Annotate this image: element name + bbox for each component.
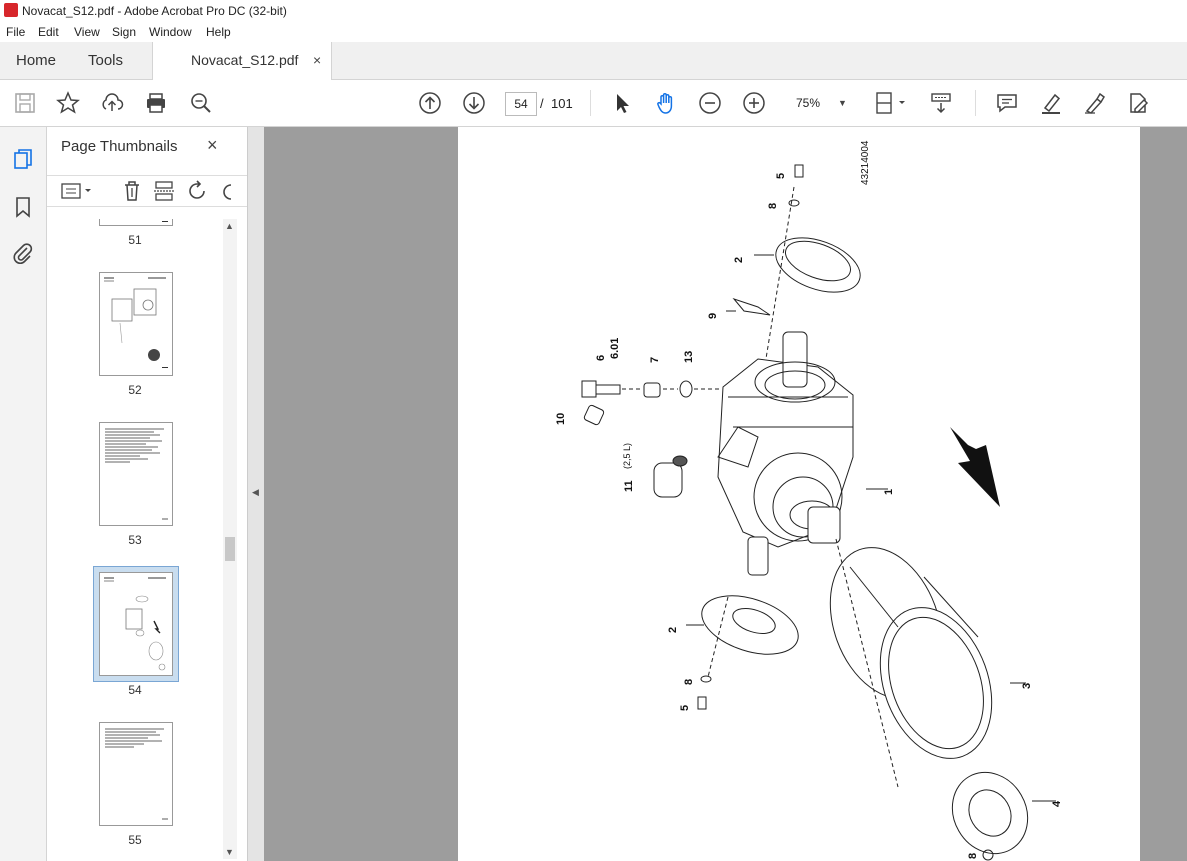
page-thumbnails-panel: Page Thumbnails × 51 52 53 54 55 ▲ ▼: [47, 127, 247, 861]
zoom-in-icon[interactable]: [742, 91, 766, 115]
tab-document[interactable]: Novacat_S12.pdf ×: [152, 42, 332, 80]
edit-pdf-icon[interactable]: [1126, 91, 1150, 115]
thumbnail-page-52[interactable]: [99, 272, 173, 376]
toolbar-divider: [975, 90, 976, 116]
save-icon[interactable]: [13, 91, 37, 115]
part-label: 6.01: [609, 338, 621, 359]
thumbnail-page-51[interactable]: [99, 219, 173, 226]
exploded-parts-diagram: 43214004 5 8 2 9 6 6.01 7 13 10 11 (2,5 …: [555, 140, 1063, 861]
part-label: 8: [683, 679, 695, 685]
menu-edit[interactable]: Edit: [38, 25, 59, 39]
search-zoom-icon[interactable]: [189, 91, 213, 115]
hand-icon[interactable]: [654, 91, 678, 115]
highlight-icon[interactable]: [1039, 91, 1063, 115]
panel-splitter[interactable]: ◀: [247, 127, 264, 861]
part-label: 11: [623, 480, 635, 492]
attachment-icon[interactable]: [11, 241, 35, 265]
thumbnail-scrollbar[interactable]: ▲ ▼: [223, 219, 237, 859]
menu-bar: File Edit View Sign Window Help: [0, 22, 1187, 42]
menu-file[interactable]: File: [6, 25, 25, 39]
collapse-panel-icon[interactable]: ◀: [252, 487, 259, 498]
part-label: (2,5 L): [622, 443, 632, 469]
menu-window[interactable]: Window: [149, 25, 192, 39]
delete-icon[interactable]: [121, 180, 143, 202]
acrobat-app-icon: [4, 3, 18, 17]
title-bar: Novacat_S12.pdf - Adobe Acrobat Pro DC (…: [0, 0, 1187, 22]
thumbnail-label: 52: [128, 383, 142, 397]
part-label: 5: [679, 705, 691, 711]
zoom-level-dropdown[interactable]: 75% ▼: [786, 92, 854, 114]
thumbnail-toolbar: [47, 175, 247, 207]
comment-icon[interactable]: [995, 91, 1019, 115]
tab-tools[interactable]: Tools: [88, 42, 123, 79]
thumbnail-label: 55: [128, 833, 142, 847]
thumbnail-label: 54: [128, 683, 142, 697]
part-label: 5: [775, 173, 787, 179]
close-tab-icon[interactable]: ×: [313, 42, 321, 79]
rotate-left-icon[interactable]: [187, 180, 209, 202]
tab-document-label: Novacat_S12.pdf: [191, 52, 299, 68]
main-toolbar: 54 / 101 75% ▼: [0, 80, 1187, 127]
pdf-page: 43214004 5 8 2 9 6 6.01 7 13 10 11 (2,5 …: [458, 127, 1140, 861]
menu-view[interactable]: View: [74, 25, 100, 39]
thumbnail-page-55[interactable]: [99, 722, 173, 826]
window-title: Novacat_S12.pdf - Adobe Acrobat Pro DC (…: [22, 4, 287, 18]
left-navigation-rail: [0, 127, 47, 861]
page-number-input[interactable]: 54: [505, 92, 537, 116]
zoom-level-value: 75%: [796, 96, 821, 110]
scroll-mode-icon[interactable]: [929, 91, 953, 115]
tab-home[interactable]: Home: [16, 42, 56, 79]
insert-page-icon[interactable]: [153, 180, 175, 202]
toolbar-divider: [590, 90, 591, 116]
upload-icon[interactable]: [100, 91, 124, 115]
thumbnail-label: 53: [128, 533, 142, 547]
part-label: 3: [1021, 683, 1033, 689]
menu-help[interactable]: Help: [206, 25, 231, 39]
panel-title: Page Thumbnails: [61, 138, 178, 155]
thumbnail-page-53[interactable]: [99, 422, 173, 526]
thumbnail-options-icon[interactable]: [61, 181, 95, 201]
prev-page-icon[interactable]: [418, 91, 442, 115]
part-label: 9: [707, 313, 719, 319]
menu-sign[interactable]: Sign: [112, 25, 136, 39]
part-label: 13: [683, 351, 695, 363]
scrollbar-thumb[interactable]: [225, 537, 235, 561]
thumbnail-label: 51: [128, 233, 142, 247]
star-icon[interactable]: [56, 91, 80, 115]
part-label: 1: [883, 489, 895, 495]
document-viewport[interactable]: 43214004 5 8 2 9 6 6.01 7 13 10 11 (2,5 …: [264, 127, 1187, 861]
page-separator: /: [540, 96, 544, 111]
print-icon[interactable]: [144, 91, 168, 115]
drawing-number: 43214004: [860, 140, 871, 185]
page-thumbnails-icon[interactable]: [11, 147, 35, 171]
part-label: 2: [733, 257, 745, 263]
next-page-icon[interactable]: [462, 91, 486, 115]
bookmark-icon[interactable]: [11, 195, 35, 219]
chevron-down-icon: ▼: [838, 98, 847, 108]
part-label: 10: [555, 413, 567, 425]
zoom-out-icon[interactable]: [698, 91, 722, 115]
scroll-down-icon[interactable]: ▼: [225, 847, 234, 857]
sign-icon[interactable]: [1083, 91, 1107, 115]
part-label: 8: [767, 203, 779, 209]
part-label: 2: [667, 627, 679, 633]
select-arrow-icon[interactable]: [610, 91, 634, 115]
rotate-right-icon[interactable]: [219, 180, 233, 202]
page-total: 101: [551, 96, 573, 111]
part-label: 7: [649, 357, 661, 363]
close-panel-icon[interactable]: ×: [207, 135, 218, 156]
tab-bar: Home Tools Novacat_S12.pdf ×: [0, 42, 1187, 80]
thumbnail-page-54[interactable]: [99, 572, 173, 676]
part-label: 8: [967, 853, 979, 859]
part-label: 6: [595, 355, 607, 361]
page-fit-icon[interactable]: [874, 91, 908, 115]
scroll-up-icon[interactable]: ▲: [225, 221, 234, 231]
